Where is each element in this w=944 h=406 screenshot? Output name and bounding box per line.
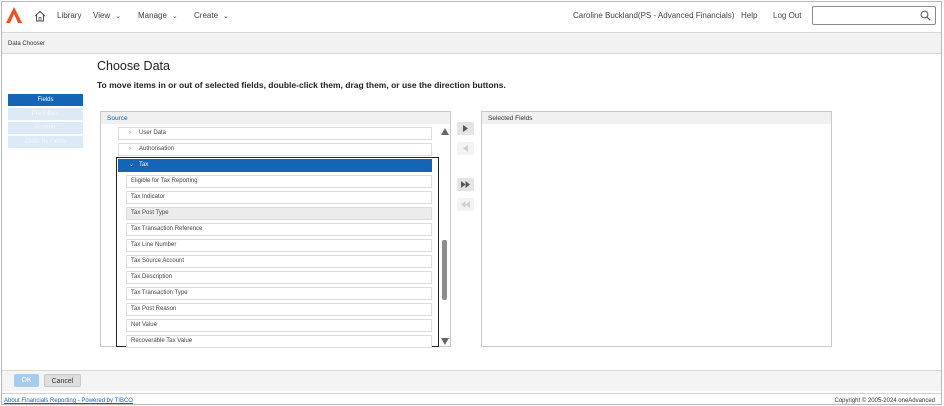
- top-navbar: Library View ⌄ Manage ⌄ Create ⌄ Caroline B…: [2, 2, 941, 31]
- chevron-right-icon: ›: [129, 130, 131, 136]
- scroll-down-icon[interactable]: [441, 338, 449, 345]
- source-title: Source: [107, 115, 128, 122]
- page-title: Choose Data: [97, 59, 170, 73]
- scrollbar-thumb[interactable]: [442, 240, 447, 300]
- move-all-left-button[interactable]: [457, 198, 474, 211]
- app-window: Library View ⌄ Manage ⌄ Create ⌄ Caroline B…: [1, 1, 942, 405]
- tab-pre-filters[interactable]: Pre Filters: [8, 108, 83, 120]
- selected-fields-header: Selected Fields: [482, 112, 831, 124]
- nav-library[interactable]: Library: [57, 11, 81, 20]
- page-footer: About Financials Reporting - Powered by …: [2, 393, 941, 404]
- move-all-right-button[interactable]: [457, 178, 474, 191]
- tab-fields[interactable]: Fields: [8, 94, 83, 106]
- move-left-button[interactable]: [457, 142, 474, 155]
- tab-order-by-fields[interactable]: Order by Fields: [8, 136, 83, 148]
- side-tabs: Fields Pre Filters Prompts Order by Fiel…: [8, 94, 83, 150]
- field-item[interactable]: Recoverable Tax Value: [126, 335, 432, 348]
- source-header: Source: [101, 112, 450, 124]
- field-item[interactable]: Tax Indicator: [126, 191, 432, 204]
- move-all-left-icon: [461, 201, 470, 208]
- move-right-icon: [463, 125, 468, 132]
- nav-view[interactable]: View ⌄: [93, 11, 121, 20]
- selected-fields-title: Selected Fields: [488, 115, 533, 122]
- instructions-text: To move items in or out of selected fiel…: [97, 80, 506, 90]
- field-item[interactable]: Tax Post Type: [126, 207, 432, 220]
- nav-manage-label: Manage: [138, 11, 167, 20]
- ok-button[interactable]: OK: [14, 374, 39, 387]
- field-item[interactable]: Tax Description: [126, 271, 432, 284]
- nav-create-label: Create: [194, 11, 219, 20]
- selected-fields-panel[interactable]: Selected Fields: [481, 111, 832, 347]
- dialog-footer: OK Cancel: [2, 370, 941, 391]
- move-all-right-icon: [461, 181, 470, 188]
- home-icon[interactable]: [33, 9, 47, 23]
- cancel-button[interactable]: Cancel: [44, 374, 81, 387]
- chevron-down-icon: ⌄: [129, 162, 135, 168]
- search-icon[interactable]: [920, 10, 931, 21]
- tree-group-authorisation[interactable]: › Authorisation: [118, 143, 432, 156]
- search-box[interactable]: [812, 6, 936, 25]
- chevron-down-icon: ⌄: [115, 13, 122, 20]
- about-link[interactable]: About Financials Reporting - Powered by …: [4, 398, 133, 404]
- copyright-text: Copyright © 2005-2024 oneAdvanced: [834, 398, 936, 404]
- move-left-icon: [463, 145, 468, 152]
- user-menu[interactable]: Caroline Buckland(PS - Advanced Financia…: [573, 11, 734, 20]
- tree-group-label: Tax: [139, 162, 149, 168]
- nav-view-label: View: [93, 11, 111, 20]
- field-item[interactable]: Tax Post Reason: [126, 303, 432, 316]
- field-item[interactable]: Tax Transaction Reference: [126, 223, 432, 236]
- tree-group-tax[interactable]: ⌄ Tax: [118, 159, 432, 172]
- field-item[interactable]: Tax Line Number: [126, 239, 432, 252]
- logout-link[interactable]: Log Out: [773, 11, 801, 20]
- tree-group-user-data[interactable]: › User Data: [118, 127, 432, 140]
- dialog-header: Data Chooser: [2, 32, 941, 54]
- field-item[interactable]: Net Value: [126, 319, 432, 332]
- field-item[interactable]: Tax Transaction Type: [126, 287, 432, 300]
- help-link[interactable]: Help: [741, 11, 757, 20]
- nav-create[interactable]: Create ⌄: [194, 11, 229, 20]
- tree-group-label: Authorisation: [139, 146, 175, 152]
- move-right-button[interactable]: [457, 122, 474, 135]
- chevron-down-icon: ⌄: [223, 13, 229, 20]
- search-input[interactable]: [817, 9, 917, 22]
- tab-prompts[interactable]: Prompts: [8, 122, 83, 134]
- field-item[interactable]: Eligible for Tax Reporting: [126, 175, 432, 188]
- chevron-right-icon: ›: [129, 146, 131, 152]
- scroll-up-icon[interactable]: [441, 128, 449, 135]
- nav-manage[interactable]: Manage ⌄: [138, 11, 178, 20]
- dialog-title: Data Chooser: [8, 41, 46, 47]
- nav-library-label: Library: [57, 11, 82, 20]
- brand-logo-icon[interactable]: [5, 6, 23, 24]
- field-item[interactable]: Tax Source Account: [126, 255, 432, 268]
- chevron-down-icon: ⌄: [171, 13, 178, 20]
- tree-group-label: User Data: [139, 130, 167, 136]
